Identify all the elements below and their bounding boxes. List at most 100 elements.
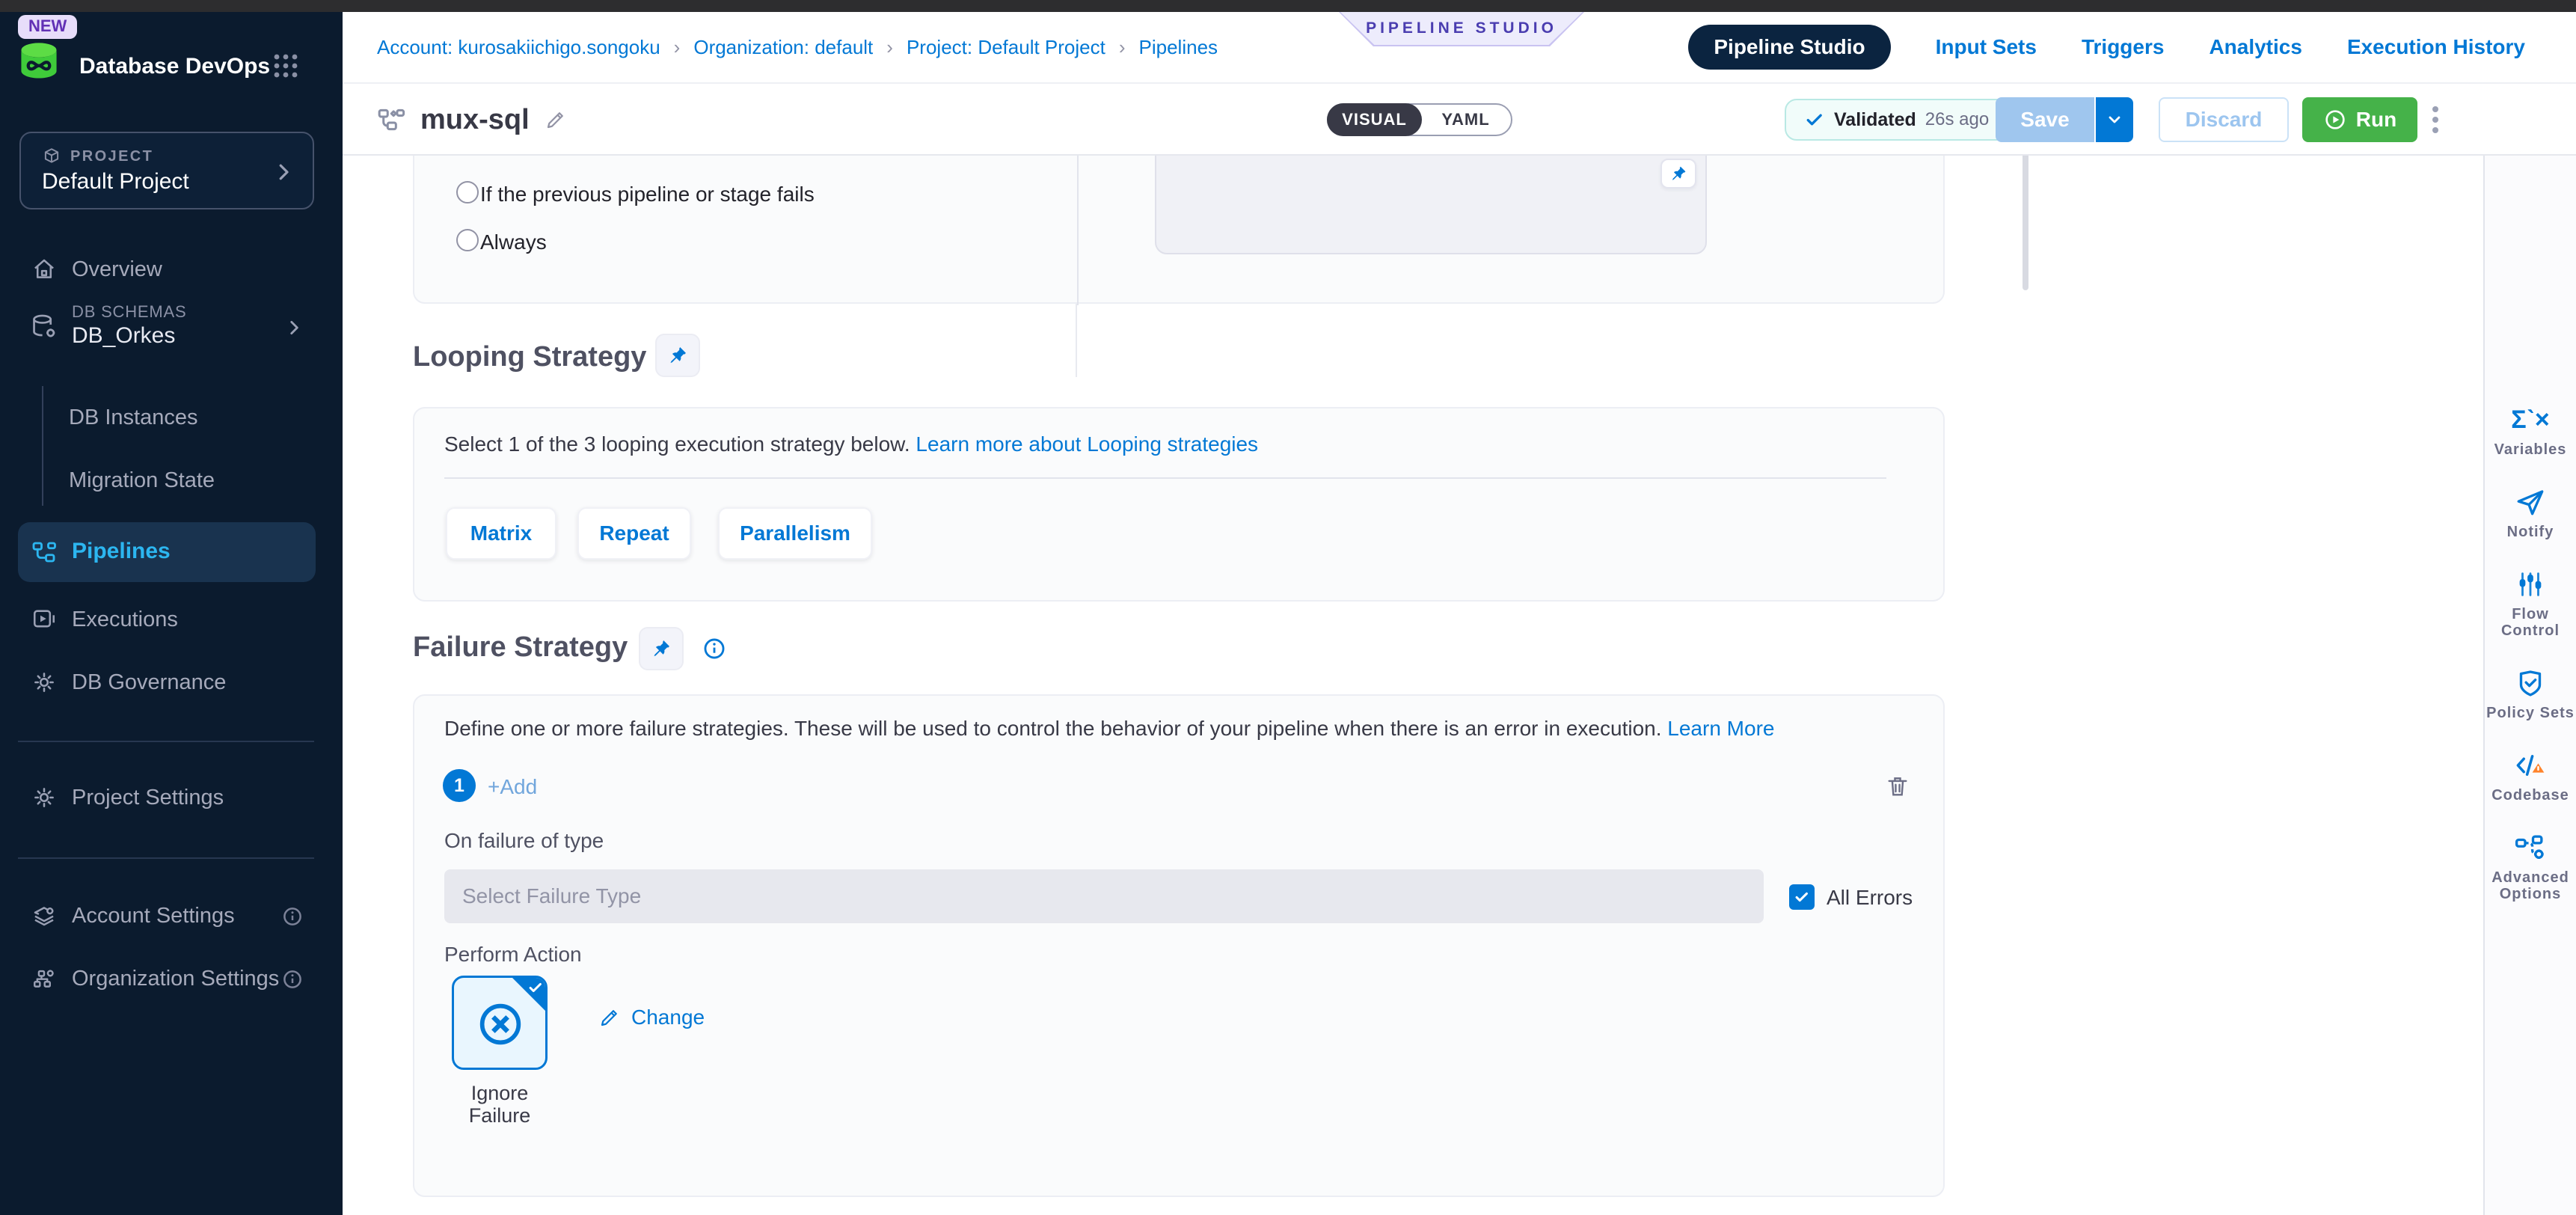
home-icon	[31, 257, 57, 282]
db-schema-icon	[30, 313, 58, 344]
radio-previous-fails-label: If the previous pipeline or stage fails	[480, 183, 815, 206]
parallelism-button[interactable]: Parallelism	[718, 507, 872, 560]
project-selector[interactable]: PROJECT Default Project	[19, 132, 314, 209]
pipeline-icon	[377, 105, 405, 134]
sidebar-item-db-governance[interactable]: DB Governance	[0, 660, 343, 705]
tab-analytics[interactable]: Analytics	[2209, 35, 2302, 59]
tab-triggers[interactable]: Triggers	[2082, 35, 2164, 59]
pin-button[interactable]	[1660, 159, 1696, 189]
ignore-failure-action-card[interactable]	[452, 976, 548, 1070]
looping-strategy-title: Looping Strategy	[413, 341, 646, 373]
db-schemas-label: DB SCHEMAS	[72, 302, 186, 322]
rail-item-advanced-options[interactable]: Advanced Options	[2485, 832, 2575, 902]
notify-send-icon	[2515, 486, 2546, 518]
sidebar-item-db-schemas[interactable]: DB SCHEMAS DB_Orkes	[0, 296, 343, 362]
policy-shield-check-icon	[2515, 667, 2546, 699]
breadcrumb-organization[interactable]: Organization: default	[693, 36, 873, 59]
top-tabs: Pipeline Studio Input Sets Triggers Anal…	[1688, 25, 2525, 70]
info-icon[interactable]	[702, 636, 727, 661]
looping-learn-more-link[interactable]: Learn more about Looping strategies	[916, 432, 1258, 456]
info-icon[interactable]	[281, 968, 304, 991]
breadcrumb-account[interactable]: Account: kurosakiichigo.songoku	[377, 36, 660, 59]
main-content: If the previous pipeline or stage fails …	[343, 156, 2483, 1215]
rail-item-codebase[interactable]: Codebase	[2485, 750, 2575, 804]
sidebar-item-pipelines[interactable]: Pipelines	[18, 522, 316, 582]
sidebar-item-account-settings[interactable]: Account Settings	[0, 893, 343, 938]
gear-icon	[31, 670, 57, 695]
tab-execution-history[interactable]: Execution History	[2347, 35, 2525, 59]
failure-strategy-card: Define one or more failure strategies. T…	[413, 694, 1945, 1197]
pipeline-icon	[31, 539, 58, 566]
add-failure-strategy-button[interactable]: +Add	[488, 775, 537, 799]
radio-previous-fails[interactable]	[456, 181, 479, 203]
sidebar-item-organization-settings[interactable]: Organization Settings	[0, 956, 343, 1001]
sidebar: NEW Database DevOps	[0, 0, 343, 1215]
db-schemas-name: DB_Orkes	[72, 323, 175, 349]
right-toolbar: Σˋ× Variables Notify Flow Control	[2483, 156, 2576, 1215]
sidebar-divider	[18, 857, 314, 859]
info-icon[interactable]	[281, 905, 304, 928]
database-devops-logo-icon	[16, 39, 61, 84]
sidebar-item-overview[interactable]: Overview	[0, 247, 343, 292]
executions-icon	[31, 607, 57, 632]
pin-button[interactable]	[655, 334, 700, 377]
rail-item-notify[interactable]: Notify	[2485, 486, 2575, 540]
sidebar-item-executions[interactable]: Executions	[0, 597, 343, 642]
app-grid-icon[interactable]	[272, 52, 299, 79]
app-root: NEW Database DevOps	[0, 0, 2576, 1215]
all-errors-label: All Errors	[1827, 886, 1913, 910]
run-play-icon	[2323, 108, 2347, 132]
selected-check-icon	[527, 979, 544, 996]
pin-button[interactable]	[639, 627, 684, 670]
breadcrumb-separator: ›	[674, 36, 681, 59]
top-strip	[0, 0, 2576, 12]
card-divider	[444, 477, 1886, 479]
failure-description: Define one or more failure strategies. T…	[444, 717, 1774, 741]
discard-button[interactable]: Discard	[2159, 97, 2289, 142]
stage-preview-panel	[1155, 156, 1707, 254]
run-button[interactable]: Run	[2302, 97, 2417, 142]
pipeline-studio-ribbon: PIPELINE STUDIO	[1339, 12, 1584, 46]
breadcrumb-separator: ›	[1119, 36, 1126, 59]
sidebar-item-db-instances[interactable]: DB Instances	[69, 405, 197, 430]
breadcrumb-project[interactable]: Project: Default Project	[907, 36, 1105, 59]
project-name: Default Project	[42, 169, 189, 195]
ignore-failure-label: Ignore Failure	[440, 1082, 559, 1127]
variables-icon: Σˋ×	[2515, 404, 2546, 435]
delete-strategy-icon[interactable]	[1885, 774, 1910, 799]
project-settings-gear-icon	[31, 785, 57, 810]
failure-strategy-index-badge[interactable]: 1	[443, 769, 476, 802]
pipeline-name: mux-sql	[420, 104, 530, 136]
radio-always[interactable]	[456, 229, 479, 251]
breadcrumb: Account: kurosakiichigo.songoku › Organi…	[377, 36, 1218, 59]
rail-item-policy-sets[interactable]: Policy Sets	[2485, 667, 2575, 721]
repeat-button[interactable]: Repeat	[577, 507, 691, 560]
rail-item-flow-control[interactable]: Flow Control	[2485, 569, 2575, 639]
tab-pipeline-studio[interactable]: Pipeline Studio	[1688, 25, 1890, 70]
toggle-yaml[interactable]: YAML	[1420, 105, 1511, 135]
visual-yaml-toggle[interactable]: VISUAL YAML	[1327, 103, 1512, 136]
radio-always-label: Always	[480, 230, 547, 254]
tab-input-sets[interactable]: Input Sets	[1936, 35, 2037, 59]
sidebar-item-migration-state[interactable]: Migration State	[69, 468, 215, 493]
save-button[interactable]: Save	[1996, 97, 2094, 142]
scrollbar-thumb[interactable]	[2023, 156, 2028, 290]
sidebar-divider	[18, 741, 314, 742]
failure-type-select[interactable]	[444, 869, 1764, 923]
toggle-visual[interactable]: VISUAL	[1327, 103, 1422, 136]
edit-pencil-icon[interactable]	[545, 108, 567, 131]
sidebar-item-project-settings[interactable]: Project Settings	[0, 775, 343, 820]
failure-learn-more-link[interactable]: Learn More	[1667, 717, 1774, 740]
advanced-options-icon	[2515, 832, 2546, 863]
all-errors-checkbox[interactable]	[1789, 884, 1815, 910]
save-options-caret[interactable]	[2094, 97, 2133, 142]
breadcrumb-pipelines[interactable]: Pipelines	[1139, 36, 1218, 59]
more-options-icon[interactable]	[2422, 102, 2449, 138]
stage-divider-line	[1076, 304, 1077, 377]
change-action-link[interactable]: Change	[598, 1006, 705, 1029]
flow-control-sliders-icon	[2515, 569, 2546, 600]
matrix-button[interactable]: Matrix	[446, 507, 556, 560]
rail-item-variables[interactable]: Σˋ× Variables	[2485, 404, 2575, 458]
check-icon	[1804, 109, 1825, 130]
project-label: PROJECT	[70, 148, 153, 165]
